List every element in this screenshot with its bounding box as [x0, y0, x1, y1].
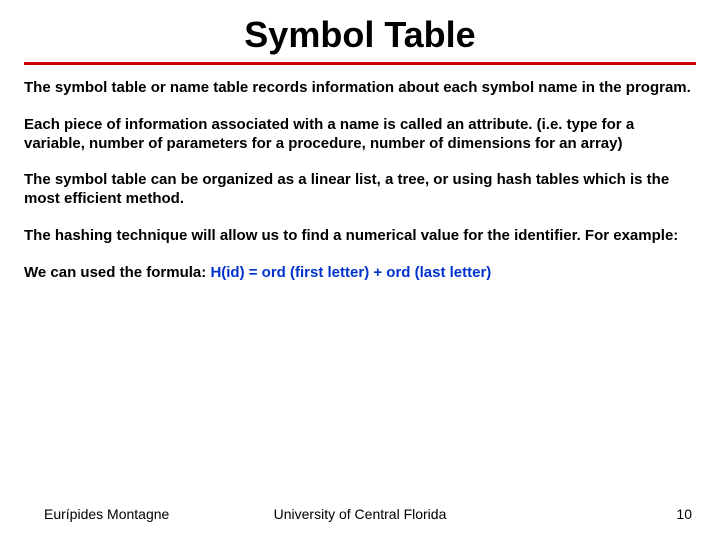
paragraph-5-prefix: We can used the formula: — [24, 264, 210, 281]
paragraph-5: We can used the formula: H(id) = ord (fi… — [24, 264, 696, 283]
footer-author: Eurípides Montagne — [44, 506, 169, 522]
paragraph-2: Each piece of information associated wit… — [24, 116, 696, 154]
paragraph-1: The symbol table or name table records i… — [24, 79, 696, 98]
footer: Eurípides Montagne University of Central… — [0, 506, 720, 522]
footer-page-number: 10 — [676, 506, 692, 522]
paragraph-3: The symbol table can be organized as a l… — [24, 171, 696, 209]
paragraph-4: The hashing technique will allow us to f… — [24, 227, 696, 246]
title-section: Symbol Table — [0, 0, 720, 56]
content-area: The symbol table or name table records i… — [0, 65, 720, 282]
paragraph-5-formula: H(id) = ord (first letter) + ord (last l… — [210, 264, 491, 281]
footer-affiliation: University of Central Florida — [274, 506, 447, 522]
slide-title: Symbol Table — [244, 14, 475, 56]
